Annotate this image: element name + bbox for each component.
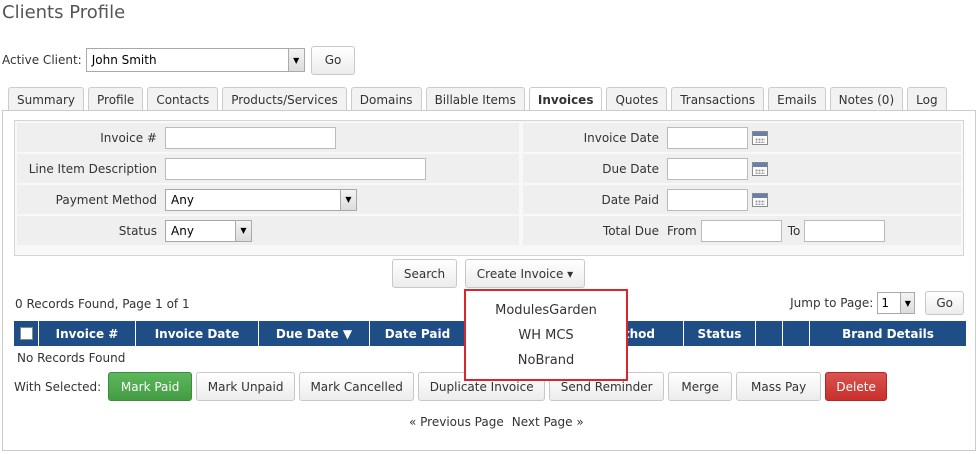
filter-row-payment-method: Payment Method Any ▼ xyxy=(17,185,519,214)
tab-profile[interactable]: Profile xyxy=(88,87,144,111)
active-client-label: Active Client: xyxy=(2,53,82,67)
mark-unpaid-button[interactable]: Mark Unpaid xyxy=(196,372,296,401)
filter-row-invoice-num: Invoice # xyxy=(17,123,519,152)
filter-row-total-due: Total Due From To xyxy=(523,216,961,245)
invoice-num-input[interactable] xyxy=(165,126,336,149)
status-value: Any xyxy=(171,223,194,238)
tab-billable-items[interactable]: Billable Items xyxy=(425,87,525,111)
no-records-text: No Records Found xyxy=(17,351,126,365)
page-title: Clients Profile xyxy=(2,2,126,23)
total-due-to-input[interactable] xyxy=(804,219,886,242)
status-select[interactable]: Any ▼ xyxy=(165,219,252,242)
delete-button[interactable]: Delete xyxy=(825,372,888,401)
date-paid-label: Date Paid xyxy=(601,192,660,207)
due-date-input[interactable] xyxy=(667,157,748,180)
jump-go-button[interactable]: Go xyxy=(925,291,964,315)
filter-row-due-date: Due Date xyxy=(523,154,961,183)
with-selected-label: With Selected: xyxy=(14,379,102,394)
invoice-filter-box: Invoice # Line Item Description Payment … xyxy=(14,120,964,256)
col-invoice-num[interactable]: Invoice # xyxy=(39,321,136,346)
line-item-label: Line Item Description xyxy=(28,161,157,176)
search-row: Search Create Invoice ▾ xyxy=(392,259,585,288)
tab-emails[interactable]: Emails xyxy=(768,87,826,111)
dropdown-item-nobrand[interactable]: NoBrand xyxy=(518,353,574,368)
bulk-actions: With Selected: Mark Paid Mark Unpaid Mar… xyxy=(14,372,888,401)
select-all-checkbox[interactable] xyxy=(19,327,33,340)
calendar-icon[interactable] xyxy=(752,130,768,145)
payment-method-value: Any xyxy=(171,192,194,207)
col-invoice-date[interactable]: Invoice Date xyxy=(136,321,259,346)
jump-page-select[interactable]: 1 ▼ xyxy=(877,292,916,314)
payment-method-select[interactable]: Any ▼ xyxy=(165,188,357,211)
tab-domains[interactable]: Domains xyxy=(350,87,422,111)
tab-transactions[interactable]: Transactions xyxy=(671,87,765,111)
invoice-num-label: Invoice # xyxy=(100,130,157,145)
status-label: Status xyxy=(118,223,157,238)
mass-pay-button[interactable]: Mass Pay xyxy=(736,372,822,401)
dropdown-item-wh-mcs[interactable]: WH MCS xyxy=(518,328,573,343)
col-extra-1 xyxy=(756,321,783,346)
active-client-value: John Smith xyxy=(91,53,157,67)
tab-contacts[interactable]: Contacts xyxy=(147,87,219,111)
calendar-icon[interactable] xyxy=(752,192,768,207)
dropdown-item-modulesgarden[interactable]: ModulesGarden xyxy=(495,303,597,318)
invoice-date-input[interactable] xyxy=(667,126,748,149)
tab-notes[interactable]: Notes (0) xyxy=(829,87,904,111)
pagination: « Previous Page Next Page » xyxy=(409,415,584,429)
line-item-input[interactable] xyxy=(165,157,426,180)
tab-invoices[interactable]: Invoices xyxy=(528,87,603,112)
mark-cancelled-button[interactable]: Mark Cancelled xyxy=(299,372,415,401)
active-client-bar: Active Client: John Smith ▼ Go xyxy=(2,45,356,75)
jump-label: Jump to Page: xyxy=(790,296,874,310)
next-page-link[interactable]: Next Page » xyxy=(512,415,584,429)
col-status[interactable]: Status xyxy=(684,321,756,346)
previous-page-link[interactable]: « Previous Page xyxy=(409,415,504,429)
due-date-label: Due Date xyxy=(602,161,659,176)
payment-method-label: Payment Method xyxy=(55,192,157,207)
date-paid-input[interactable] xyxy=(667,188,748,211)
total-due-from-input[interactable] xyxy=(700,219,782,242)
profile-tabs: Summary Profile Contacts Products/Servic… xyxy=(8,87,947,112)
invoices-panel: Invoice # Line Item Description Payment … xyxy=(2,110,976,451)
col-due-date[interactable]: Due Date ▼ xyxy=(259,321,370,346)
filter-row-line-item: Line Item Description xyxy=(17,154,519,183)
jump-page-value: 1 xyxy=(881,296,889,310)
filter-row-date-paid: Date Paid xyxy=(523,185,961,214)
chevron-down-icon: ▼ xyxy=(340,189,356,210)
merge-button[interactable]: Merge xyxy=(668,372,733,401)
tab-products-services[interactable]: Products/Services xyxy=(222,87,347,111)
calendar-icon[interactable] xyxy=(752,161,768,176)
search-button[interactable]: Search xyxy=(392,259,457,288)
tab-log[interactable]: Log xyxy=(907,87,947,111)
create-invoice-dropdown: ModulesGarden WH MCS NoBrand xyxy=(464,289,628,381)
mark-paid-button[interactable]: Mark Paid xyxy=(108,372,193,401)
col-extra-2 xyxy=(783,321,810,346)
create-invoice-button[interactable]: Create Invoice ▾ xyxy=(465,259,585,288)
filter-row-status: Status Any ▼ xyxy=(17,216,519,245)
col-brand-details[interactable]: Brand Details xyxy=(810,321,966,346)
chevron-down-icon: ▼ xyxy=(235,220,251,241)
active-client-select[interactable]: John Smith ▼ xyxy=(85,48,305,72)
records-info: 0 Records Found, Page 1 of 1 xyxy=(15,297,190,311)
filter-row-invoice-date: Invoice Date xyxy=(523,123,961,152)
total-due-to-label: To xyxy=(787,223,801,238)
invoice-date-label: Invoice Date xyxy=(583,130,659,145)
total-due-label: Total Due xyxy=(602,223,659,238)
chevron-down-icon: ▼ xyxy=(287,49,304,71)
tab-summary[interactable]: Summary xyxy=(8,87,84,111)
client-go-button[interactable]: Go xyxy=(310,45,356,75)
total-due-from-label: From xyxy=(667,223,697,238)
select-all-cell xyxy=(14,321,39,346)
col-date-paid[interactable]: Date Paid xyxy=(370,321,466,346)
chevron-down-icon: ▼ xyxy=(900,293,915,313)
jump-to-page: Jump to Page: 1 ▼ Go xyxy=(790,291,964,315)
tab-quotes[interactable]: Quotes xyxy=(606,87,668,111)
